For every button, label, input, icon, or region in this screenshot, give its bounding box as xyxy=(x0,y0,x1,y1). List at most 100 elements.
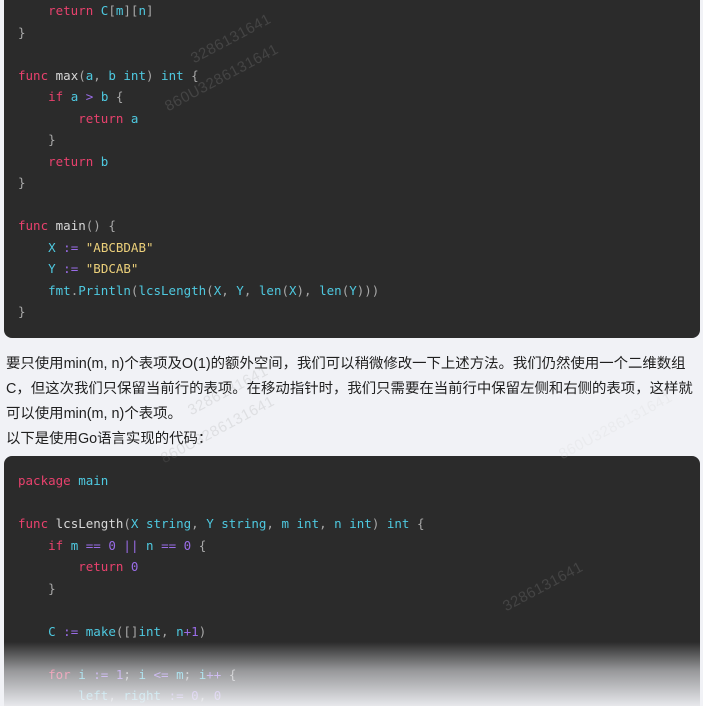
code-token: , xyxy=(161,623,177,639)
code-token: int xyxy=(296,516,320,531)
code-token: int xyxy=(386,516,410,531)
code-token: i xyxy=(138,666,146,682)
code-token: right xyxy=(123,688,162,703)
code-token: ), xyxy=(296,282,320,298)
code-line: } xyxy=(18,578,700,600)
code-token: m xyxy=(176,666,184,682)
code-token: } xyxy=(18,24,26,40)
code-token: b xyxy=(108,67,116,83)
code-token: func xyxy=(18,218,49,233)
code-token: , xyxy=(319,516,335,531)
code-token: b xyxy=(100,153,109,169)
code-token: n xyxy=(334,516,342,531)
code-token: ))) xyxy=(356,282,380,298)
code-token: ] xyxy=(145,3,154,18)
code-token: } xyxy=(18,132,56,147)
code-line: fmt.Println(lcsLength(X, Y, len(X), len(… xyxy=(18,280,700,302)
code-token: if xyxy=(48,537,64,553)
code-token: := xyxy=(63,239,79,255)
code-token: string xyxy=(221,516,267,531)
code-token: lcsLength xyxy=(55,516,124,531)
code-token: , xyxy=(243,282,259,298)
code-line: Y := "BDCAB" xyxy=(18,258,700,280)
code-token: 0 xyxy=(130,559,139,574)
code-content[interactable]: package main func lcsLength(X string, Y … xyxy=(4,470,700,706)
code-token: len xyxy=(258,282,282,298)
code-token: if xyxy=(48,89,64,104)
code-token: int xyxy=(349,516,372,531)
code-token: i xyxy=(78,666,86,682)
code-token: X xyxy=(48,239,56,255)
code-token: func xyxy=(18,67,49,83)
code-line: X := "ABCBDAB" xyxy=(18,237,700,259)
code-token: 0 xyxy=(108,537,116,553)
code-token: Y xyxy=(206,516,214,531)
code-line: return b xyxy=(18,151,700,173)
code-token: ( xyxy=(206,282,214,298)
code-token: { xyxy=(191,537,207,553)
code-token: n xyxy=(176,623,184,639)
lead-in-paragraph: 以下是使用Go语言实现的代码： xyxy=(0,427,703,452)
code-line: return a xyxy=(18,108,700,130)
explanation-paragraph: 要只使用min(m, n)个表项及O(1)的额外空间，我们可以稍微修改一下上述方… xyxy=(0,352,703,427)
code-token: for xyxy=(48,666,71,682)
code-token: m xyxy=(281,516,289,531)
code-token: ) xyxy=(198,623,207,639)
code-token: () { xyxy=(85,218,116,233)
code-line: if m == 0 || n == 0 { xyxy=(18,535,700,557)
code-token: { xyxy=(221,666,237,682)
code-token: "ABCBDAB" xyxy=(85,239,154,255)
code-token: int xyxy=(123,67,146,83)
code-token: main xyxy=(55,218,86,233)
code-token: return xyxy=(78,110,124,126)
code-token: Y xyxy=(349,282,357,298)
code-token: return xyxy=(48,3,94,18)
code-token: max xyxy=(55,67,79,83)
code-line: } xyxy=(18,129,700,151)
code-line: } xyxy=(18,301,700,323)
code-token: ++ xyxy=(206,666,222,682)
code-token: == xyxy=(161,537,177,553)
code-token: } xyxy=(18,580,56,596)
code-token: fmt xyxy=(48,282,71,298)
code-token: { xyxy=(409,516,425,531)
code-token: Println xyxy=(78,282,131,298)
code-line: func main() { xyxy=(18,215,700,237)
code-token: X xyxy=(289,282,297,298)
code-token: 0 xyxy=(191,688,199,703)
code-token: := xyxy=(63,261,79,276)
code-token: string xyxy=(145,516,192,531)
code-token: ][ xyxy=(123,3,139,18)
code-token: ; xyxy=(123,666,139,682)
code-token: n xyxy=(146,537,154,553)
code-token: ([] xyxy=(115,623,139,639)
code-token: ; xyxy=(183,666,199,682)
code-content[interactable]: return C[m][n]} func max(a, b int) int {… xyxy=(4,0,700,323)
code-token: <= xyxy=(153,666,169,682)
